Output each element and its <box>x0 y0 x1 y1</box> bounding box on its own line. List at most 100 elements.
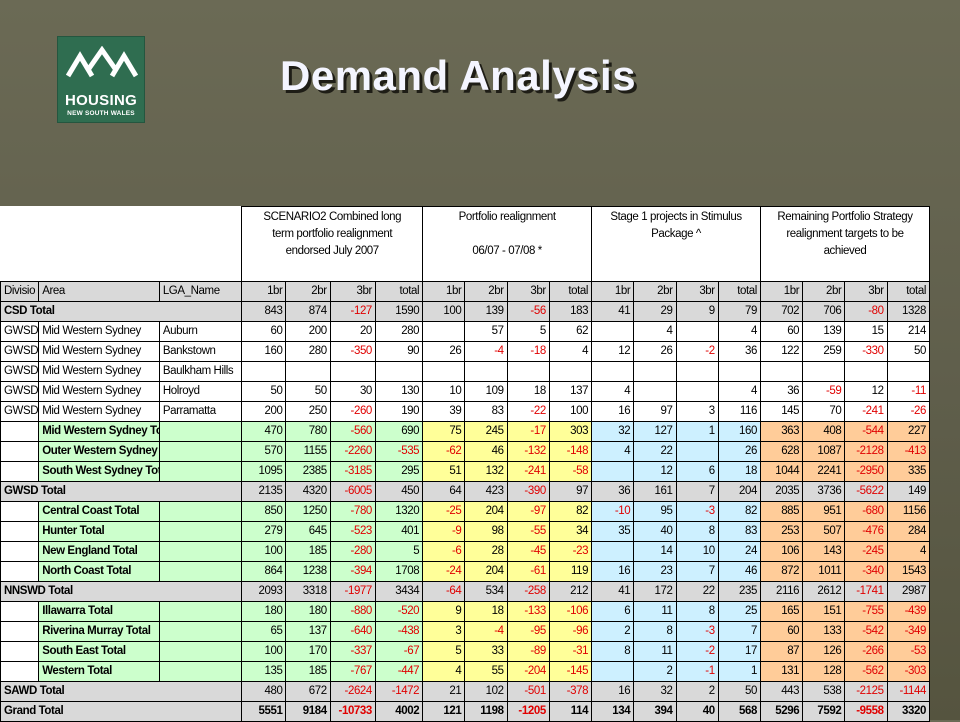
area-cell: Mid Western Sydney <box>38 321 160 342</box>
value-cell: 127 <box>633 421 677 442</box>
table-row: South East Total 100 170 -337 -67 5 33 -89 -31 8 1… <box>0 641 931 662</box>
value-cell: -303 <box>886 661 931 682</box>
value-cell <box>759 361 804 382</box>
value-cell: 204 <box>464 561 508 582</box>
area-cell: Mid Western Sydney <box>38 341 160 362</box>
table-row: Grand Total 5551 9184 -10733 4002 121 1198 -120… <box>0 701 931 722</box>
value-cell <box>675 381 719 402</box>
value-cell <box>591 661 635 682</box>
value-cell: 70 <box>802 401 846 422</box>
value-cell: 12 <box>844 381 888 402</box>
value-cell: -53 <box>886 641 931 662</box>
value-cell: 97 <box>548 481 593 502</box>
value-cell: 9 <box>422 601 466 622</box>
value-cell: 102 <box>464 681 508 702</box>
value-cell: 363 <box>759 421 804 442</box>
value-cell <box>633 361 677 382</box>
value-cell <box>422 361 466 382</box>
lga-cell: Bankstown <box>158 341 243 362</box>
value-cell: -880 <box>329 601 376 622</box>
value-cell: 2116 <box>759 581 804 602</box>
value-cell: 130 <box>374 381 424 402</box>
value-cell: 28 <box>464 541 508 562</box>
value-cell: -266 <box>844 641 888 662</box>
value-cell: -127 <box>329 301 376 322</box>
table-row: GWSD Total 2135 4320 -6005 450 64 423 -390 97 36 1… <box>0 481 931 502</box>
value-cell: 132 <box>464 461 508 482</box>
value-cell: 160 <box>717 421 761 442</box>
area-total-label: North Coast Total <box>38 561 160 582</box>
value-cell <box>591 361 635 382</box>
value-cell: 843 <box>241 301 287 322</box>
value-cell: 10 <box>675 541 719 562</box>
value-cell: 9 <box>675 301 719 322</box>
value-cell: 109 <box>464 381 508 402</box>
value-cell: 280 <box>374 321 424 342</box>
value-cell: 8 <box>675 601 719 622</box>
area-total-label: Hunter Total <box>38 521 160 542</box>
table-cell <box>158 561 243 582</box>
value-cell: 64 <box>422 481 466 502</box>
value-cell: 8 <box>633 621 677 642</box>
column-header-row: Divisio Area LGA_Name 1br 2br 3br total 1br 2br 3… <box>0 281 931 302</box>
value-cell: -89 <box>506 641 550 662</box>
column-header: 3br <box>844 281 888 302</box>
value-cell <box>548 361 593 382</box>
value-cell: 423 <box>464 481 508 502</box>
value-cell: 4 <box>717 321 761 342</box>
value-cell: -3 <box>675 621 719 642</box>
value-cell: -6005 <box>329 481 376 502</box>
value-cell: 82 <box>717 501 761 522</box>
division-cell: GWSD <box>0 341 40 362</box>
value-cell: 165 <box>759 601 804 622</box>
table-cell <box>158 621 243 642</box>
column-header: 2br <box>285 281 331 302</box>
value-cell <box>374 361 424 382</box>
value-cell: 134 <box>591 701 635 722</box>
table-cell <box>0 541 40 562</box>
table-cell <box>0 661 40 682</box>
value-cell <box>717 361 761 382</box>
value-cell: -640 <box>329 621 376 642</box>
value-cell: 4002 <box>374 701 424 722</box>
value-cell: 83 <box>464 401 508 422</box>
value-cell: 1087 <box>802 441 846 462</box>
value-cell: -542 <box>844 621 888 642</box>
value-cell <box>844 361 888 382</box>
value-cell: 2987 <box>886 581 931 602</box>
value-cell: 122 <box>759 341 804 362</box>
division-total-label: Grand Total <box>0 701 243 722</box>
value-cell: 12 <box>633 461 677 482</box>
value-cell: 1320 <box>374 501 424 522</box>
value-cell: 200 <box>285 321 331 342</box>
value-cell: 303 <box>548 421 593 442</box>
value-cell: 16 <box>591 401 635 422</box>
value-cell: 41 <box>591 301 635 322</box>
value-cell: 26 <box>633 341 677 362</box>
value-cell: -562 <box>844 661 888 682</box>
value-cell: -1 <box>675 661 719 682</box>
value-cell: 82 <box>548 501 593 522</box>
value-cell: -241 <box>844 401 888 422</box>
value-cell: 2612 <box>802 581 846 602</box>
value-cell: 951 <box>802 501 846 522</box>
value-cell: 408 <box>802 421 846 442</box>
division-cell: GWSD <box>0 401 40 422</box>
value-cell: 480 <box>241 681 287 702</box>
value-cell: 2 <box>675 681 719 702</box>
value-cell: -55 <box>506 521 550 542</box>
value-cell: 3318 <box>285 581 331 602</box>
lga-cell: Parramatta <box>158 401 243 422</box>
value-cell: 1044 <box>759 461 804 482</box>
value-cell: -337 <box>329 641 376 662</box>
value-cell: 51 <box>422 461 466 482</box>
value-cell: 25 <box>717 601 761 622</box>
value-cell: 8 <box>675 521 719 542</box>
value-cell: 11 <box>633 641 677 662</box>
value-cell: 90 <box>374 341 424 362</box>
value-cell: 279 <box>241 521 287 542</box>
value-cell: -18 <box>506 341 550 362</box>
division-cell: GWSD <box>0 321 40 342</box>
value-cell: 22 <box>675 581 719 602</box>
value-cell: -349 <box>886 621 931 642</box>
